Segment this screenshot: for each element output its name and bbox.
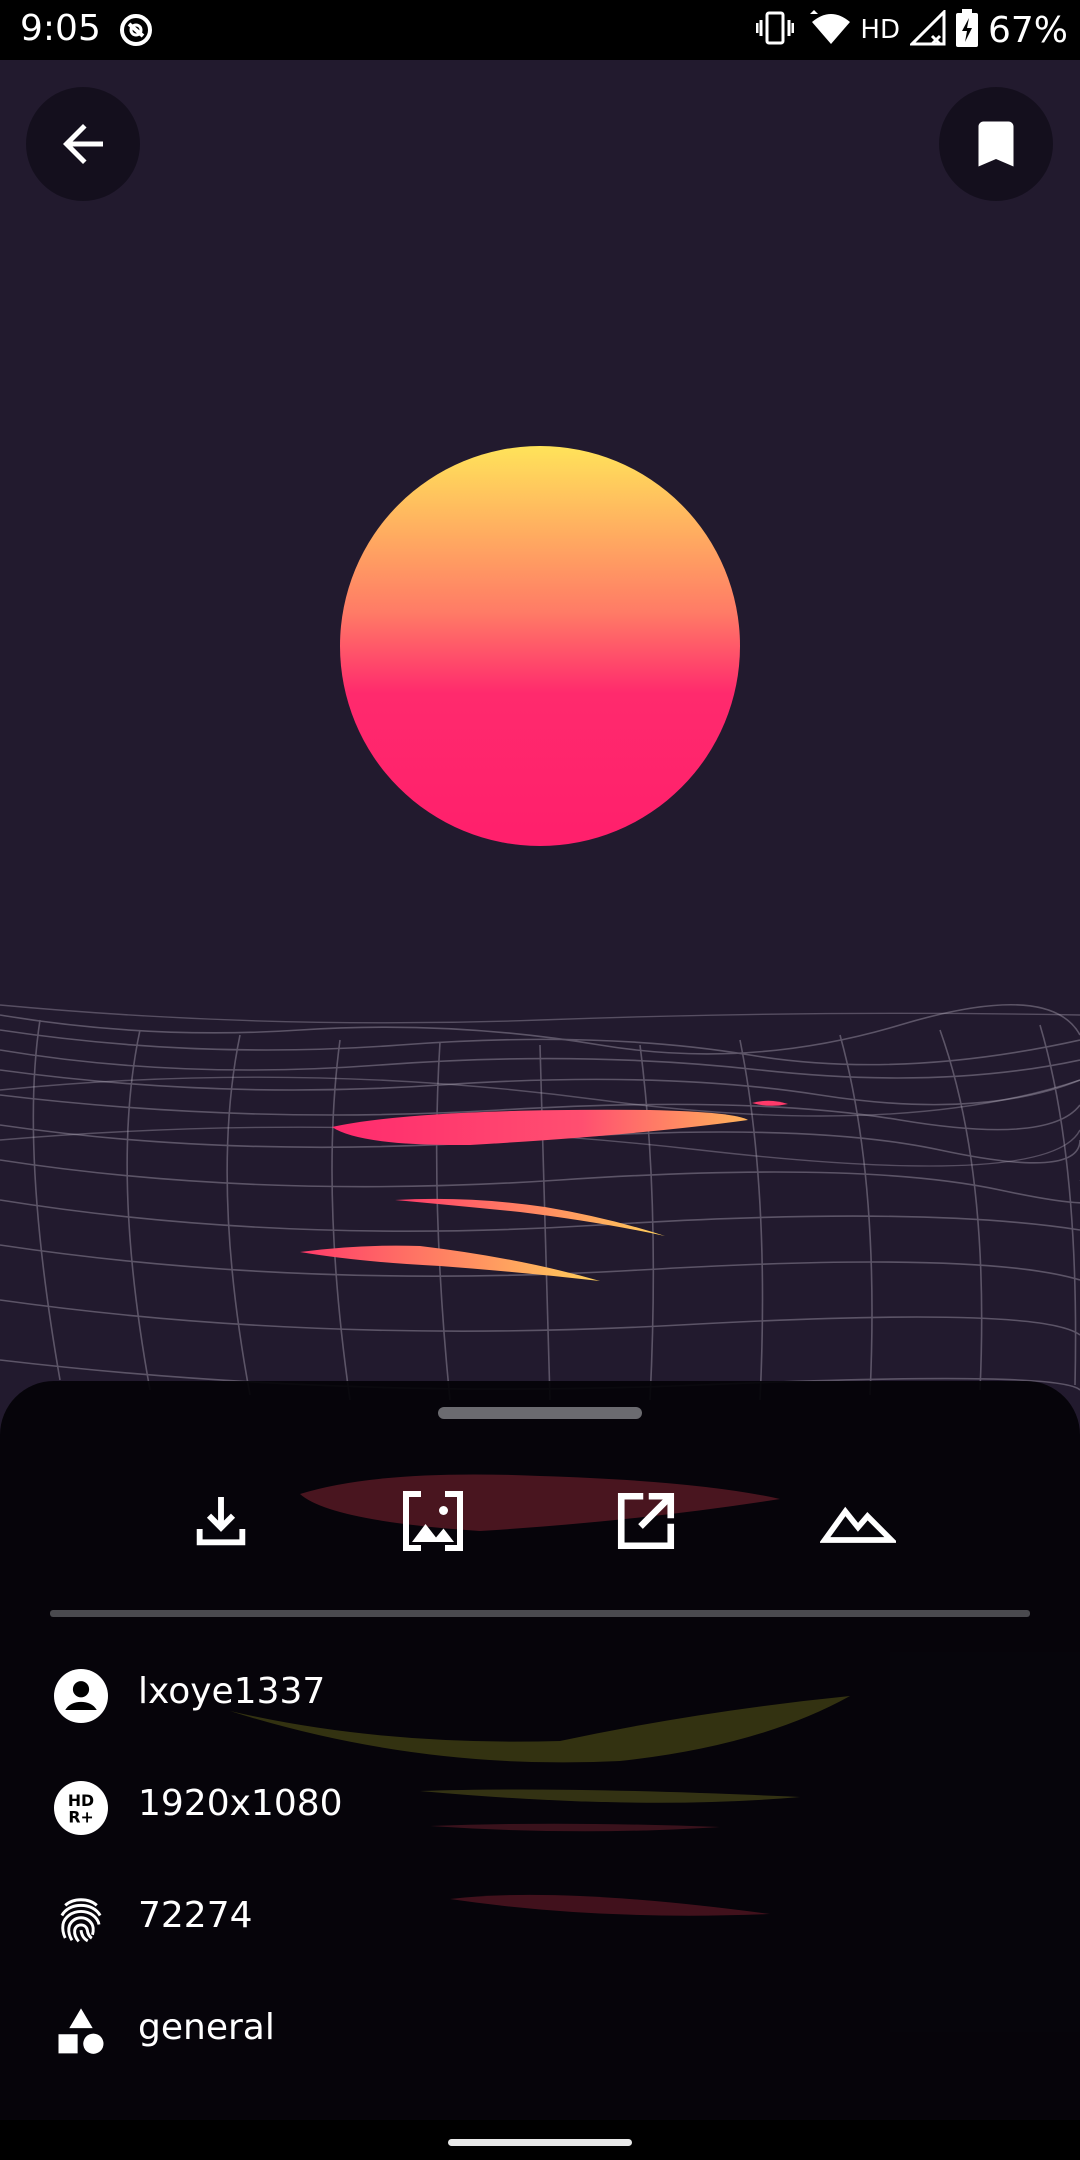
open-in-new-icon bbox=[617, 1492, 675, 1550]
wallpaper-id: 72274 bbox=[138, 1895, 253, 1936]
bookmark-button[interactable] bbox=[939, 87, 1053, 201]
category-value: general bbox=[138, 2007, 275, 2048]
landscape-icon bbox=[820, 1506, 896, 1543]
wallpaper-info-sheet: lxoye1337 HD R+ 1920x1080 72274 general bbox=[0, 1381, 1080, 2120]
battery-percent: 67% bbox=[987, 9, 1068, 51]
uploader-row[interactable]: lxoye1337 bbox=[0, 1651, 1080, 1741]
cell-signal-icon bbox=[908, 7, 946, 51]
divider bbox=[50, 1610, 1030, 1617]
download-button[interactable] bbox=[176, 1476, 266, 1566]
app-notification-icon bbox=[118, 12, 154, 53]
wallpaper-preview-image[interactable] bbox=[0, 60, 1080, 1510]
svg-text:R+: R+ bbox=[68, 1808, 93, 1827]
open-external-button[interactable] bbox=[601, 1476, 691, 1566]
back-button[interactable] bbox=[26, 87, 140, 201]
action-row bbox=[0, 1476, 1080, 1566]
sun-shape bbox=[340, 446, 740, 846]
download-icon bbox=[196, 1497, 246, 1546]
network-type-label: HD bbox=[860, 15, 900, 45]
status-bar: 9:05 HD 67% bbox=[0, 0, 1080, 60]
uploader-name: lxoye1337 bbox=[138, 1671, 326, 1712]
vibrate-icon bbox=[755, 11, 795, 50]
category-shapes-icon bbox=[54, 2005, 108, 2059]
id-row: 72274 bbox=[0, 1875, 1080, 1965]
status-icons: HD 67% bbox=[755, 7, 1068, 52]
battery-charging-icon bbox=[955, 8, 978, 52]
navigation-bar bbox=[0, 2120, 1080, 2160]
resolution-value: 1920x1080 bbox=[138, 1783, 343, 1824]
wallpaper-detail-screen: 9:05 HD 67% lxoye1337 HD R+ 1920x1080 72… bbox=[0, 0, 1080, 2160]
set-wallpaper-button[interactable] bbox=[388, 1476, 478, 1566]
wallpaper-icon bbox=[403, 1491, 463, 1551]
drag-handle[interactable] bbox=[438, 1407, 642, 1419]
wifi-icon bbox=[804, 9, 851, 51]
status-time: 9:05 bbox=[20, 8, 101, 49]
hdr-plus-icon: HD R+ bbox=[54, 1781, 108, 1835]
account-circle-icon bbox=[54, 1669, 108, 1723]
resolution-row: HD R+ 1920x1080 bbox=[0, 1763, 1080, 1853]
similar-wallpapers-button[interactable] bbox=[813, 1476, 903, 1566]
fingerprint-icon bbox=[54, 1893, 108, 1947]
category-row[interactable]: general bbox=[0, 1987, 1080, 2077]
arrow-back-icon bbox=[63, 124, 103, 164]
home-indicator[interactable] bbox=[448, 2139, 632, 2146]
bookmark-icon bbox=[978, 121, 1014, 167]
